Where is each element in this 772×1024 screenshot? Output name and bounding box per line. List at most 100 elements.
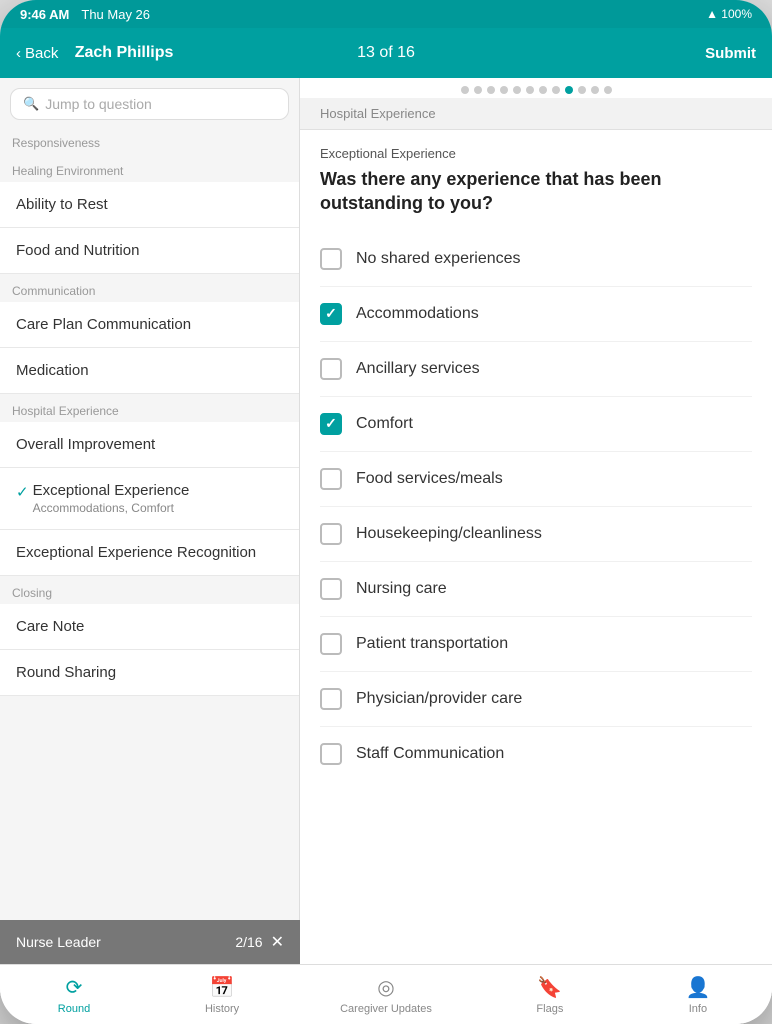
tab-caregiver-label: Caregiver Updates	[340, 1003, 432, 1015]
question-category: Exceptional Experience	[320, 146, 752, 161]
flags-icon: 🔖	[537, 975, 562, 1000]
checkbox-5[interactable]	[320, 523, 342, 545]
sidebar-item-food-nutrition[interactable]: Food and Nutrition	[0, 228, 299, 274]
sidebar-item-label: Medication	[16, 362, 89, 379]
checkbox-3[interactable]	[320, 413, 342, 435]
option-item-6[interactable]: Nursing care	[320, 562, 752, 617]
sidebar-item-label: Ability to Rest	[16, 196, 108, 213]
option-item-4[interactable]: Food services/meals	[320, 452, 752, 507]
tab-info[interactable]: 👤 Info	[668, 975, 728, 1015]
sidebar-item-round-sharing[interactable]: Round Sharing	[0, 650, 299, 696]
dot-10	[578, 86, 586, 94]
section-label: Hospital Experience	[300, 98, 772, 130]
sidebar-item-exceptional-experience[interactable]: ✓ Exceptional Experience Accommodations,…	[0, 468, 299, 530]
tab-history-label: History	[205, 1003, 239, 1015]
option-label-9: Staff Communication	[356, 745, 504, 763]
dot-9-active	[565, 86, 573, 94]
option-item-2[interactable]: Ancillary services	[320, 342, 752, 397]
nurse-leader-bar: Nurse Leader 2/16 ✕	[0, 920, 300, 964]
option-label-5: Housekeeping/cleanliness	[356, 525, 542, 543]
nav-bar: ‹ Back Zach Phillips 13 of 16 Submit	[0, 28, 772, 78]
checkbox-0[interactable]	[320, 248, 342, 270]
round-icon: ⟳	[66, 975, 83, 1000]
progress-indicator: 13 of 16	[357, 44, 415, 62]
tab-caregiver-updates[interactable]: ◎ Caregiver Updates	[340, 975, 432, 1015]
section-header-hospital: Hospital Experience	[0, 394, 299, 422]
checkbox-8[interactable]	[320, 688, 342, 710]
right-panel: Hospital Experience Exceptional Experien…	[300, 78, 772, 1024]
status-date: Thu May 26	[81, 7, 150, 22]
option-item-8[interactable]: Physician/provider care	[320, 672, 752, 727]
chevron-left-icon: ‹	[16, 45, 21, 62]
option-item-9[interactable]: Staff Communication	[320, 727, 752, 781]
options-list: No shared experiences Accommodations Ancil…	[300, 224, 772, 789]
sidebar-item-label: Care Plan Communication	[16, 316, 191, 333]
sidebar-item-label: Exceptional Experience Recognition	[16, 544, 256, 561]
tab-info-label: Info	[689, 1003, 707, 1015]
sidebar-item-exceptional-recognition[interactable]: Exceptional Experience Recognition	[0, 530, 299, 576]
checkbox-9[interactable]	[320, 743, 342, 765]
checkbox-2[interactable]	[320, 358, 342, 380]
checkbox-6[interactable]	[320, 578, 342, 600]
sidebar-item-ability-to-rest[interactable]: Ability to Rest	[0, 182, 299, 228]
back-label: Back	[25, 45, 58, 62]
submit-button[interactable]: Submit	[705, 45, 756, 62]
tab-round-label: Round	[58, 1003, 90, 1015]
option-label-8: Physician/provider care	[356, 690, 522, 708]
option-label-4: Food services/meals	[356, 470, 503, 488]
wifi-icon: ▲ 100%	[706, 7, 752, 21]
option-label-2: Ancillary services	[356, 360, 480, 378]
sidebar-item-care-plan[interactable]: Care Plan Communication	[0, 302, 299, 348]
sidebar-item-label: Overall Improvement	[16, 436, 155, 453]
sidebar-item-label: Food and Nutrition	[16, 242, 139, 259]
dot-11	[591, 86, 599, 94]
progress-dots	[300, 78, 772, 98]
nurse-bar-close-button[interactable]: ✕	[271, 932, 284, 952]
search-bar[interactable]: 🔍 Jump to question	[10, 88, 289, 120]
checkbox-1[interactable]	[320, 303, 342, 325]
option-item-0[interactable]: No shared experiences	[320, 232, 752, 287]
tab-flags[interactable]: 🔖 Flags	[520, 975, 580, 1015]
option-item-7[interactable]: Patient transportation	[320, 617, 752, 672]
dot-8	[552, 86, 560, 94]
tab-history[interactable]: 📅 History	[192, 975, 252, 1015]
tab-round[interactable]: ⟳ Round	[44, 975, 104, 1015]
option-item-3[interactable]: Comfort	[320, 397, 752, 452]
dot-2	[474, 86, 482, 94]
checkbox-7[interactable]	[320, 633, 342, 655]
sidebar-item-overall[interactable]: Overall Improvement	[0, 422, 299, 468]
question-header: Exceptional Experience Was there any exp…	[300, 130, 772, 224]
tab-flags-label: Flags	[536, 1003, 563, 1015]
section-header-closing: Closing	[0, 576, 299, 604]
option-item-1[interactable]: Accommodations	[320, 287, 752, 342]
question-text: Was there any experience that has been o…	[320, 167, 752, 216]
sidebar-item-label: Exceptional Experience	[33, 482, 190, 499]
option-label-1: Accommodations	[356, 305, 479, 323]
dot-5	[513, 86, 521, 94]
search-input[interactable]: Jump to question	[45, 96, 152, 112]
device-frame: 9:46 AM Thu May 26 ▲ 100% ‹ Back Zach Ph…	[0, 0, 772, 1024]
option-label-3: Comfort	[356, 415, 413, 433]
section-header-responsiveness: Responsiveness	[0, 126, 299, 154]
dot-4	[500, 86, 508, 94]
status-bar: 9:46 AM Thu May 26 ▲ 100%	[0, 0, 772, 28]
dot-6	[526, 86, 534, 94]
sidebar: 🔍 Jump to question Responsiveness Healin…	[0, 78, 300, 1024]
section-header-communication: Communication	[0, 274, 299, 302]
checkbox-4[interactable]	[320, 468, 342, 490]
sidebar-item-sublabel: Accommodations, Comfort	[33, 501, 190, 515]
dot-3	[487, 86, 495, 94]
dot-12	[604, 86, 612, 94]
nurse-bar-label: Nurse Leader	[16, 934, 101, 950]
info-icon: 👤	[685, 975, 710, 1000]
caregiver-icon: ◎	[377, 975, 394, 1000]
option-label-6: Nursing care	[356, 580, 447, 598]
sidebar-item-medication[interactable]: Medication	[0, 348, 299, 394]
option-item-5[interactable]: Housekeeping/cleanliness	[320, 507, 752, 562]
dot-1	[461, 86, 469, 94]
sidebar-item-label: Round Sharing	[16, 664, 116, 681]
sidebar-item-care-note[interactable]: Care Note	[0, 604, 299, 650]
user-name: Zach Phillips	[75, 44, 174, 62]
history-icon: 📅	[210, 975, 235, 1000]
back-button[interactable]: ‹ Back Zach Phillips	[16, 44, 173, 62]
